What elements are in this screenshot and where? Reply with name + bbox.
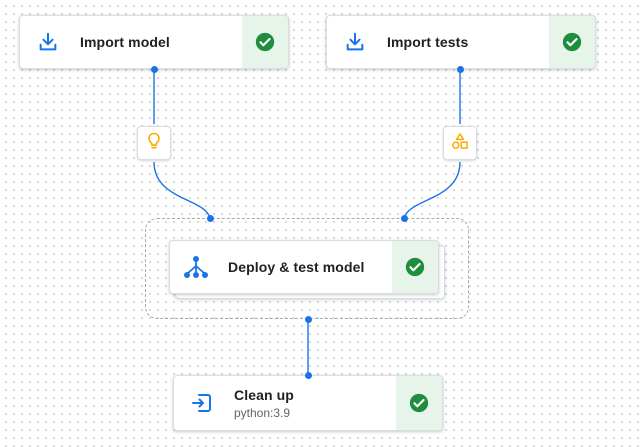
input-port[interactable] bbox=[400, 214, 408, 222]
node-import-model[interactable]: Import model bbox=[19, 15, 289, 69]
artifact-tests[interactable] bbox=[443, 126, 477, 160]
node-label: Import model bbox=[80, 34, 170, 50]
download-icon bbox=[327, 16, 377, 68]
node-deploy-test-model[interactable]: Deploy & test model bbox=[169, 240, 439, 294]
lightbulb-icon bbox=[144, 131, 164, 156]
node-import-tests[interactable]: Import tests bbox=[326, 15, 596, 69]
success-check-icon bbox=[549, 16, 595, 68]
pipeline-canvas: Import model Import tests Deploy & test … bbox=[0, 0, 640, 447]
node-label: Deploy & test model bbox=[228, 259, 365, 275]
shapes-icon bbox=[450, 131, 470, 156]
artifact-model[interactable] bbox=[137, 126, 171, 160]
pipeline-tree-icon bbox=[170, 241, 218, 293]
input-port[interactable] bbox=[304, 371, 312, 379]
node-label: Import tests bbox=[387, 34, 469, 50]
exit-icon bbox=[174, 376, 224, 430]
success-check-icon bbox=[242, 16, 288, 68]
input-port[interactable] bbox=[206, 214, 214, 222]
node-sublabel: python:3.9 bbox=[234, 405, 291, 420]
output-port[interactable] bbox=[456, 65, 464, 73]
output-port[interactable] bbox=[150, 65, 158, 73]
success-check-icon bbox=[396, 376, 442, 430]
edge-artifact-to-deploy-right bbox=[403, 161, 461, 219]
output-port[interactable] bbox=[304, 315, 312, 323]
success-check-icon bbox=[392, 241, 438, 293]
node-clean-up[interactable]: Clean up python:3.9 bbox=[173, 375, 443, 431]
node-label: Clean up bbox=[234, 386, 294, 403]
edge-artifact-to-deploy-left bbox=[153, 161, 211, 219]
download-icon bbox=[20, 16, 70, 68]
